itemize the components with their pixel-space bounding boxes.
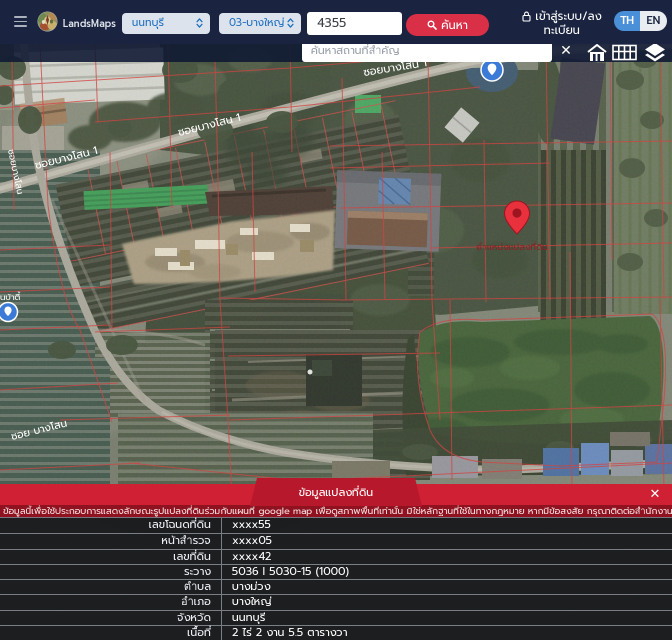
svg-text:ตำแหน่งแปลงที่ดิน: ตำแหน่งแปลงที่ดิน bbox=[476, 240, 548, 254]
